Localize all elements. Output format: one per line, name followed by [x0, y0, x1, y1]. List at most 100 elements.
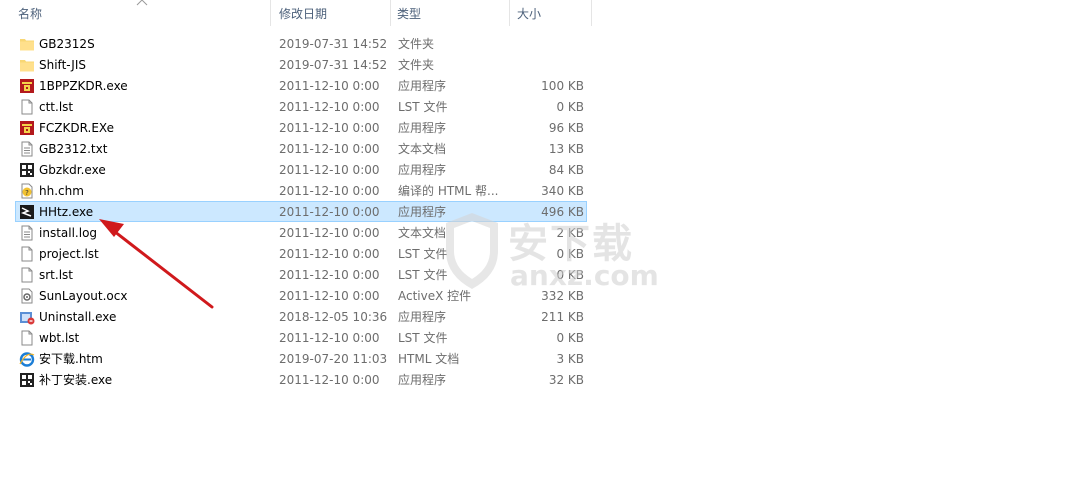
file-row[interactable]: ctt.lst 2011-12-10 0:00 LST 文件 0 KB: [15, 96, 587, 117]
file-modified-date: 2011-12-10 0:00: [279, 268, 380, 282]
file-icon: [19, 246, 35, 262]
column-divider[interactable]: [270, 0, 271, 26]
file-type: LST 文件: [398, 247, 448, 261]
column-divider[interactable]: [509, 0, 510, 26]
file-type: HTML 文档: [398, 352, 460, 366]
file-type: 应用程序: [398, 373, 447, 387]
file-name: srt.lst: [39, 268, 73, 282]
column-divider[interactable]: [591, 0, 592, 26]
text-file-icon: [19, 141, 35, 157]
file-type: LST 文件: [398, 331, 448, 345]
file-row[interactable]: GB2312S 2019-07-31 14:52 文件夹: [15, 33, 587, 54]
activex-icon: [19, 288, 35, 304]
file-type: 应用程序: [398, 79, 447, 93]
column-header-bar: 名称 修改日期 类型 大小: [0, 0, 1079, 28]
file-size: 340 KB: [541, 184, 584, 198]
column-header-name[interactable]: 名称: [18, 0, 42, 28]
sort-ascending-icon: [136, 0, 148, 6]
file-modified-date: 2011-12-10 0:00: [279, 184, 380, 198]
file-size: 3 KB: [556, 352, 584, 366]
file-name: ctt.lst: [39, 100, 74, 114]
file-icon: [19, 99, 35, 115]
file-name: install.log: [39, 226, 98, 240]
file-modified-date: 2011-12-10 0:00: [279, 289, 380, 303]
file-row[interactable]: 补丁安装.exe 2011-12-10 0:00 应用程序 32 KB: [15, 369, 587, 390]
file-icon: [19, 267, 35, 283]
file-size: 96 KB: [548, 121, 584, 135]
red-app-icon: [19, 78, 35, 94]
file-size: 0 KB: [556, 100, 584, 114]
file-type: 文件夹: [398, 37, 435, 51]
column-divider[interactable]: [390, 0, 391, 26]
help-file-icon: ?: [19, 183, 35, 199]
watermark: 安下载 anxz.com: [442, 205, 659, 295]
file-name: GB2312S: [39, 37, 95, 51]
file-modified-date: 2011-12-10 0:00: [279, 121, 380, 135]
file-name: wbt.lst: [39, 331, 80, 345]
file-name: SunLayout.ocx: [39, 289, 128, 303]
file-modified-date: 2011-12-10 0:00: [279, 142, 380, 156]
pattern-app-icon: [19, 372, 35, 388]
file-name: 安下载.htm: [39, 352, 103, 366]
file-modified-date: 2011-12-10 0:00: [279, 247, 380, 261]
pattern-app-icon: [19, 162, 35, 178]
file-name: 补丁安装.exe: [39, 373, 113, 387]
file-name: 1BPPZKDR.exe: [39, 79, 128, 93]
shield-logo-icon: [446, 213, 498, 289]
file-row[interactable]: Shift-JIS 2019-07-31 14:52 文件夹: [15, 54, 587, 75]
file-name: Shift-JIS: [39, 58, 86, 72]
file-type: 应用程序: [398, 205, 447, 219]
file-modified-date: 2018-12-05 10:36: [279, 310, 388, 324]
file-row[interactable]: wbt.lst 2011-12-10 0:00 LST 文件 0 KB: [15, 327, 587, 348]
folder-icon: [19, 57, 35, 73]
file-modified-date: 2011-12-10 0:00: [279, 163, 380, 177]
text-file-icon: [19, 225, 35, 241]
file-name: Uninstall.exe: [39, 310, 117, 324]
file-size: 0 KB: [556, 331, 584, 345]
file-modified-date: 2011-12-10 0:00: [279, 79, 380, 93]
file-type: 文件夹: [398, 58, 435, 72]
watermark-domain: anxz.com: [510, 259, 659, 292]
file-modified-date: 2011-12-10 0:00: [279, 226, 380, 240]
file-size: 13 KB: [548, 142, 584, 156]
folder-icon: [19, 36, 35, 52]
file-row[interactable]: GB2312.txt 2011-12-10 0:00 文本文档 13 KB: [15, 138, 587, 159]
file-name: FCZKDR.EXe: [39, 121, 114, 135]
file-row[interactable]: Gbzkdr.exe 2011-12-10 0:00 应用程序 84 KB: [15, 159, 587, 180]
file-modified-date: 2011-12-10 0:00: [279, 331, 380, 345]
file-row[interactable]: 安下载.htm 2019-07-20 11:03 HTML 文档 3 KB: [15, 348, 587, 369]
file-name: hh.chm: [39, 184, 84, 198]
file-name: GB2312.txt: [39, 142, 108, 156]
file-size: 32 KB: [548, 373, 584, 387]
file-size: 211 KB: [541, 310, 584, 324]
file-row[interactable]: 1BPPZKDR.exe 2011-12-10 0:00 应用程序 100 KB: [15, 75, 587, 96]
file-size: 84 KB: [548, 163, 584, 177]
file-size: 100 KB: [541, 79, 584, 93]
file-row[interactable]: Uninstall.exe 2018-12-05 10:36 应用程序 211 KB: [15, 306, 587, 327]
file-explorer-view: 名称 修改日期 类型 大小 GB2312S 2019-07-31 14:52 文件夹…: [0, 0, 1079, 502]
file-modified-date: 2019-07-31 14:52: [279, 58, 388, 72]
file-row[interactable]: ? hh.chm 2011-12-10 0:00 编译的 HTML 帮... 340 K…: [15, 180, 587, 201]
file-icon: [19, 330, 35, 346]
file-modified-date: 2019-07-31 14:52: [279, 37, 388, 51]
file-row[interactable]: FCZKDR.EXe 2011-12-10 0:00 应用程序 96 KB: [15, 117, 587, 138]
file-modified-date: 2011-12-10 0:00: [279, 205, 380, 219]
column-header-type[interactable]: 类型: [397, 0, 421, 28]
column-header-size[interactable]: 大小: [517, 0, 541, 28]
column-header-date[interactable]: 修改日期: [279, 0, 327, 28]
file-name: Gbzkdr.exe: [39, 163, 106, 177]
file-modified-date: 2011-12-10 0:00: [279, 373, 380, 387]
uninstall-icon: [19, 309, 35, 325]
file-type: 应用程序: [398, 121, 447, 135]
file-name: HHtz.exe: [39, 205, 94, 219]
file-modified-date: 2011-12-10 0:00: [279, 100, 380, 114]
file-type: 应用程序: [398, 310, 447, 324]
file-modified-date: 2019-07-20 11:03: [279, 352, 388, 366]
svg-text:?: ?: [25, 189, 29, 197]
file-type: 文本文档: [398, 142, 447, 156]
ie-html-icon: [19, 351, 35, 367]
file-name: project.lst: [39, 247, 99, 261]
file-type: 应用程序: [398, 163, 447, 177]
file-type: LST 文件: [398, 100, 448, 114]
file-type: LST 文件: [398, 268, 448, 282]
